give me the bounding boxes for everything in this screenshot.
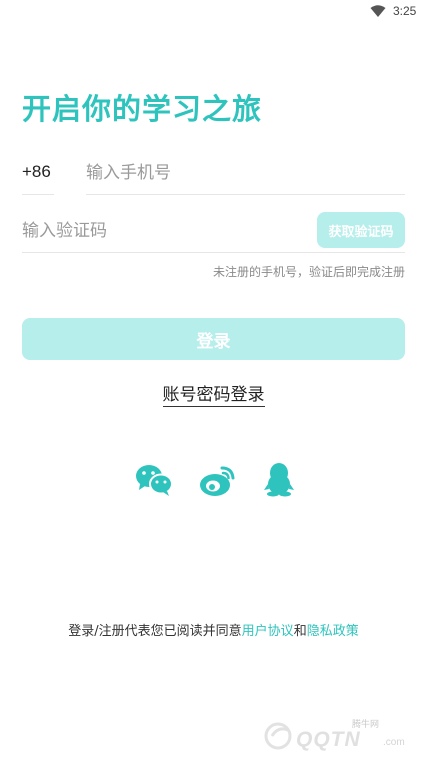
country-code[interactable]: +86 — [22, 162, 51, 182]
password-login-link[interactable]: 账号密码登录 — [162, 380, 265, 407]
user-agreement-link[interactable]: 用户协议 — [242, 624, 294, 639]
verification-row: 获取验证码 — [22, 210, 405, 253]
get-code-button[interactable]: 获取验证码 — [317, 212, 405, 248]
weibo-icon[interactable] — [198, 462, 238, 498]
watermark-text: QQTN — [296, 728, 361, 751]
social-login-row — [0, 462, 427, 502]
page-title: 开启你的学习之旅 — [22, 92, 263, 126]
phone-row: +86 — [22, 152, 405, 196]
country-code-divider — [22, 194, 54, 195]
agreement-prefix: 登录/注册代表您已阅读并同意 — [68, 624, 242, 639]
privacy-policy-link[interactable]: 隐私政策 — [307, 624, 359, 639]
agreement-and: 和 — [293, 624, 307, 639]
watermark-suffix: .com — [383, 737, 405, 748]
password-login-container: 账号密码登录 — [0, 380, 427, 407]
status-time: 3:25 — [393, 4, 417, 18]
wechat-icon[interactable] — [134, 462, 174, 498]
qq-icon[interactable] — [259, 462, 299, 498]
agreement-text: 登录/注册代表您已阅读并同意用户协议和隐私政策 — [0, 620, 427, 639]
verification-code-input[interactable] — [22, 210, 302, 252]
registration-hint: 未注册的手机号，验证后即完成注册 — [212, 265, 405, 279]
phone-input[interactable] — [86, 152, 405, 195]
status-bar: 3:25 — [0, 0, 427, 24]
wifi-icon — [370, 5, 386, 17]
login-button[interactable]: 登录 — [22, 318, 405, 360]
